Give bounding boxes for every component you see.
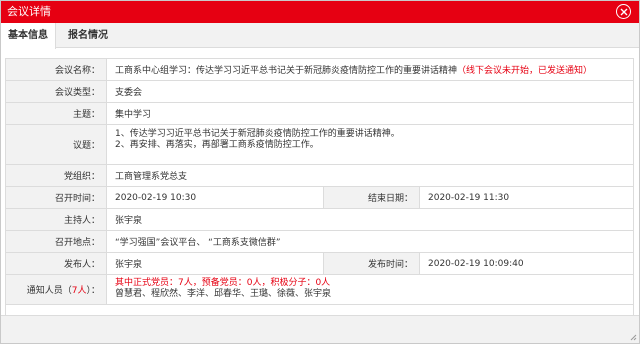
row-time: 召开时间： 2020-02-19 10:30 结束日期： 2020-02-19 … [6,187,633,209]
close-icon [620,8,627,15]
row-meeting-type: 会议类型： 支委会 [6,81,633,103]
value-notify: 其中正式党员：7人，预备党员：0人，积极分子：0人 曾慧君、程欣然、李洋、邱春华… [107,275,633,304]
value-topic: 集中学习 [115,110,152,120]
value-publish-time: 2020-02-19 10:09:40 [428,258,524,269]
label-notify-prefix: 通知人员（ [26,286,72,296]
row-party-org: 党组织： 工商管理系党总支 [6,165,633,187]
value-start-time: 2020-02-19 10:30 [115,192,197,203]
row-agenda: 议题： 1、传达学习习近平总书记关于新冠肺炎疫情防控工作的重要讲话精神。 2、再… [6,125,633,165]
value-meeting-type: 支委会 [115,88,143,98]
row-publish: 发布人： 张宇泉 发布时间： 2020-02-19 10:09:40 [6,253,633,275]
row-meeting-name: 会议名称： 工商系中心组学习：传达学习习近平总书记关于新冠肺炎疫情防控工作的重要… [6,59,633,81]
tab-basic-info[interactable]: 基本信息 [1,23,56,49]
meeting-status: （线下会议未开始，已发送通知） [457,66,593,76]
notify-names: 曾慧君、程欣然、李洋、邱春华、王璐、徐薇、张宇泉 [115,289,332,299]
value-meeting-name: 工商系中心组学习：传达学习习近平总书记关于新冠肺炎疫情防控工作的重要讲话精神 [115,66,458,76]
resize-grip-icon[interactable] [629,333,637,341]
value-place: “学习强国”会议平台、 “工商系支微信群” [115,238,281,248]
value-publisher: 张宇泉 [115,260,143,270]
label-agenda: 议题： [6,125,107,164]
dialog-titlebar: 会议详情 [1,1,639,23]
notify-count: 7人 [71,286,87,296]
label-place: 召开地点： [6,231,107,252]
tab-bar: 基本信息 报名情况 [1,23,639,49]
label-notify-suffix: ）： [86,286,100,296]
close-button[interactable] [616,4,631,19]
dialog-title: 会议详情 [7,5,51,18]
tab-signup-status[interactable]: 报名情况 [61,23,115,48]
row-place: 召开地点： “学习强国”会议平台、 “工商系支微信群” [6,231,633,253]
label-meeting-type: 会议类型： [6,81,107,102]
notify-summary: 其中正式党员：7人，预备党员：0人，积极分子：0人 [115,278,331,288]
value-meeting-name-cell: 工商系中心组学习：传达学习习近平总书记关于新冠肺炎疫情防控工作的重要讲话精神 （… [107,59,633,80]
value-host: 张宇泉 [115,216,143,226]
label-start-time: 召开时间： [6,187,107,208]
label-end-date: 结束日期： [323,187,420,208]
label-publisher: 发布人： [6,253,107,274]
label-host: 主持人： [6,209,107,230]
row-host: 主持人： 张宇泉 [6,209,633,231]
label-notify: 通知人员（ 7人）： [6,275,107,304]
value-party-org: 工商管理系党总支 [115,172,188,182]
label-publish-time: 发布时间： [323,253,420,274]
value-agenda: 1、传达学习习近平总书记关于新冠肺炎疫情防控工作的重要讲话精神。 2、再安排、再… [107,125,633,164]
label-meeting-name: 会议名称： [6,59,107,80]
row-notify: 通知人员（ 7人）： 其中正式党员：7人，预备党员：0人，积极分子：0人 曾慧君、… [6,275,633,305]
row-topic: 主题： 集中学习 [6,103,633,125]
value-end-date: 2020-02-19 11:30 [428,192,510,203]
dialog-footer [1,315,639,343]
label-topic: 主题： [6,103,107,124]
agenda-line-1: 1、传达学习习近平总书记关于新冠肺炎疫情防控工作的重要讲话精神。 [115,129,400,139]
agenda-line-2: 2、再安排、再落实，再部署工商系疫情防控工作。 [115,140,319,150]
label-party-org: 党组织： [6,165,107,186]
meeting-detail-dialog: 会议详情 基本信息 报名情况 会议名称： 工商系中心组学习：传达学习习近平总书记… [0,0,640,344]
detail-table: 会议名称： 工商系中心组学习：传达学习习近平总书记关于新冠肺炎疫情防控工作的重要… [5,58,634,315]
